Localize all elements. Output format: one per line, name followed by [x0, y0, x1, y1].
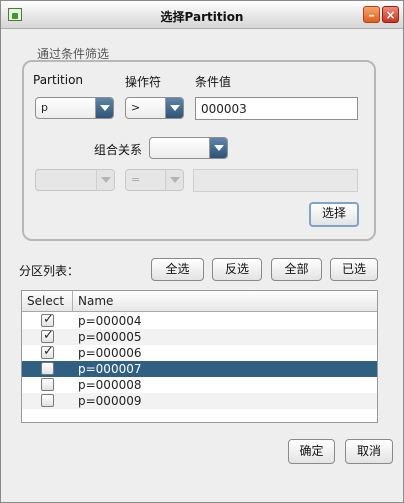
show-selected-button[interactable]: 已选	[330, 258, 378, 281]
table-row[interactable]: p=000005	[22, 328, 377, 345]
partition-select-2	[35, 169, 115, 191]
row-name: p=000007	[78, 362, 142, 376]
operator-select-value: >	[131, 101, 141, 114]
combine-label: 组合关系	[94, 143, 143, 157]
operator-label: 操作符	[125, 75, 162, 89]
row-checkbox[interactable]	[41, 362, 54, 375]
close-icon[interactable]: ×	[382, 6, 399, 23]
partition-list-label: 分区列表：	[19, 264, 80, 278]
cancel-button[interactable]: 取消	[345, 439, 393, 464]
table-row[interactable]: p=000006	[22, 344, 377, 361]
condition-value-input-2	[193, 169, 358, 192]
row-name: p=000006	[78, 346, 142, 360]
column-header-select[interactable]: Select	[27, 294, 64, 308]
chevron-down-icon	[165, 98, 183, 118]
row-name: p=000009	[78, 394, 142, 408]
table-row[interactable]: p=000007	[22, 361, 377, 377]
select-all-button[interactable]: 全选	[151, 258, 204, 281]
condition-value-input[interactable]: 000003	[195, 97, 358, 120]
condition-value-text: 000003	[201, 102, 247, 116]
show-all-button[interactable]: 全部	[271, 258, 322, 281]
table-header: Select Name	[22, 291, 377, 312]
combine-select[interactable]	[149, 137, 228, 159]
row-checkbox[interactable]	[41, 394, 54, 407]
table-row[interactable]: p=000004	[22, 312, 377, 329]
partition-label: Partition	[33, 73, 84, 87]
chevron-down-icon	[165, 170, 183, 190]
filter-group: 通过条件筛选 Partition 操作符 条件值 p > 000003 组合关系…	[22, 42, 378, 242]
condition-value-label: 条件值	[195, 75, 232, 89]
partition-table[interactable]: Select Name p=000004 p=000005 p=000006 p=00…	[21, 290, 378, 423]
title-bar[interactable]: 选择Partition – ×	[1, 1, 403, 29]
table-row[interactable]: p=000009	[22, 393, 377, 409]
row-checkbox[interactable]	[41, 378, 54, 391]
row-name: p=000005	[78, 330, 142, 344]
chevron-down-icon	[95, 98, 113, 118]
operator-select-2-value: =	[131, 173, 141, 186]
row-name: p=000004	[78, 314, 142, 328]
chevron-down-icon	[209, 138, 227, 158]
window-title: 选择Partition	[160, 10, 244, 24]
minimize-icon[interactable]: –	[363, 6, 380, 23]
row-checkbox[interactable]	[41, 344, 54, 359]
table-row[interactable]: p=000008	[22, 377, 377, 393]
select-button[interactable]: 选择	[309, 202, 359, 227]
chevron-down-icon	[96, 170, 114, 190]
column-divider	[72, 291, 73, 312]
row-name: p=000008	[78, 378, 142, 392]
dialog-window: 选择Partition – × 通过条件筛选 Partition 操作符 条件值…	[0, 0, 404, 503]
ok-button[interactable]: 确定	[288, 439, 335, 464]
partition-select-value: p	[41, 101, 48, 114]
partition-select[interactable]: p	[35, 97, 114, 119]
row-checkbox[interactable]	[41, 312, 54, 327]
operator-select[interactable]: >	[125, 97, 184, 119]
invert-selection-button[interactable]: 反选	[212, 258, 262, 281]
operator-select-2: =	[125, 169, 184, 191]
column-header-name[interactable]: Name	[78, 294, 113, 308]
row-checkbox[interactable]	[41, 328, 54, 343]
